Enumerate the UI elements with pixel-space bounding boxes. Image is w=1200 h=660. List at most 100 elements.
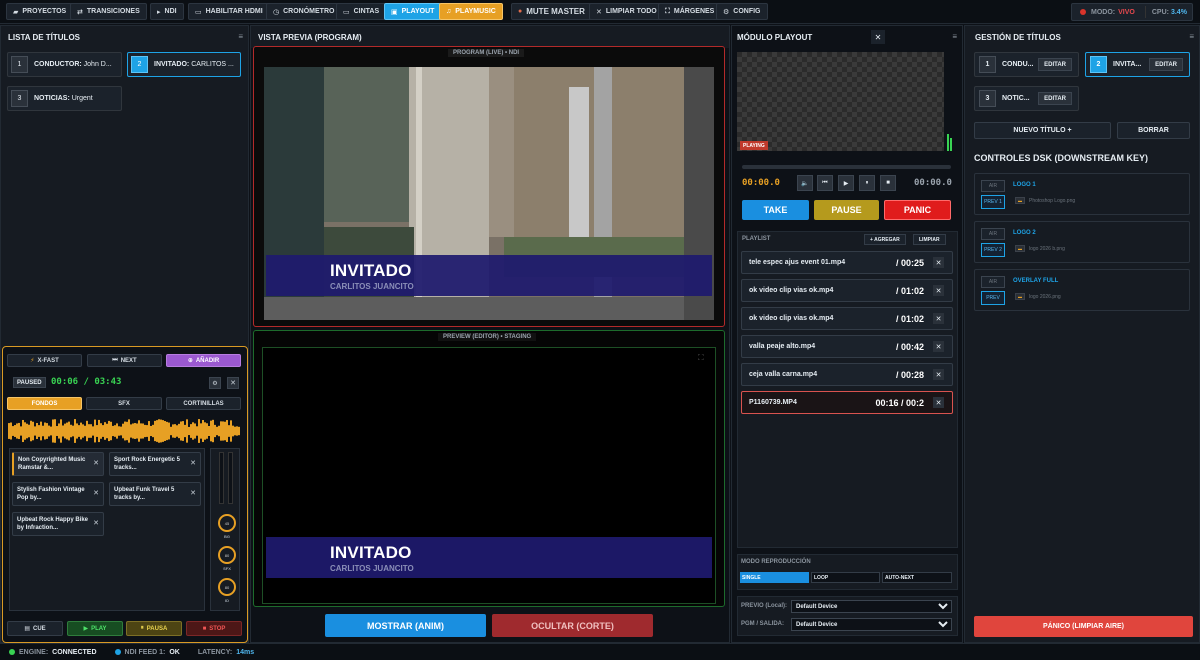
close-icon[interactable]: ✕ <box>227 377 239 389</box>
waveform-bar <box>164 421 166 441</box>
waveform-bar <box>90 424 92 438</box>
air-button[interactable]: AIR <box>981 228 1005 240</box>
playlist-item[interactable]: ok video clip vias ok.mp4 / 01:02 ✕ <box>741 279 953 302</box>
track-item[interactable]: Upbeat Rock Happy Bike by Infraction... ✕ <box>12 512 104 536</box>
mode-loop-button[interactable]: LOOP <box>811 572 880 583</box>
volume-icon[interactable]: 🔈 <box>797 175 813 191</box>
menu-icon[interactable]: ≡ <box>952 32 957 41</box>
remove-icon[interactable]: ✕ <box>93 490 99 498</box>
pause-icon[interactable]: ⏸ <box>859 175 875 191</box>
remove-icon[interactable]: ✕ <box>93 520 99 528</box>
mode-value: VIVO <box>1118 8 1135 16</box>
track-item[interactable]: Upbeat Funk Travel 5 tracks by... ✕ <box>109 482 201 506</box>
edit-button[interactable]: EDITAR <box>1149 58 1183 71</box>
playmusic-button[interactable]: ♫ PLAYMUSIC <box>439 3 503 20</box>
play-icon[interactable]: ▶ <box>838 175 854 191</box>
remove-icon[interactable]: ✕ <box>933 285 944 296</box>
id-volume-knob[interactable]: 80 <box>218 578 236 596</box>
cronometro-button[interactable]: ◷ CRONÓMETRO <box>266 3 342 20</box>
waveform-bar <box>100 423 102 439</box>
title-card-1[interactable]: 1 CONDU... EDITAR <box>974 52 1079 77</box>
cintas-button[interactable]: ▭ CINTAS <box>336 3 387 20</box>
new-title-button[interactable]: NUEVO TÍTULO + <box>974 122 1111 139</box>
mode-autonext-button[interactable]: AUTO-NEXT <box>882 572 952 583</box>
dsk-file[interactable]: ▬ logo 2026 b.png <box>1015 245 1065 252</box>
prev-icon[interactable]: ⏮ <box>817 175 833 191</box>
edit-button[interactable]: EDITAR <box>1038 58 1072 71</box>
mode-single-button[interactable]: SINGLE <box>740 572 809 583</box>
bg-volume-knob[interactable]: 45 <box>218 514 236 532</box>
air-button[interactable]: AIR <box>981 276 1005 288</box>
prev-button[interactable]: PREV <box>981 291 1005 305</box>
title-card-2[interactable]: 2 INVITA... EDITAR <box>1085 52 1190 77</box>
limpiar-todo-button[interactable]: ✕ LIMPIAR TODO <box>589 3 664 20</box>
title-item-3[interactable]: 3 NOTICIAS: Urgent <box>7 86 122 111</box>
playlist-item-active[interactable]: P1160739.MP4 00:16 / 00:2 ✕ <box>741 391 953 414</box>
habilitar-hdmi-button[interactable]: ▭ HABILITAR HDMI <box>188 3 270 20</box>
show-anim-button[interactable]: MOSTRAR (ANIM) <box>325 614 486 637</box>
xfast-button[interactable]: ⚡ X-FAST <box>7 354 82 367</box>
remove-icon[interactable]: ✕ <box>190 460 196 468</box>
take-button[interactable]: TAKE <box>742 200 809 220</box>
ndi-button[interactable]: ▸ NDI <box>150 3 184 20</box>
playlist-item[interactable]: ok video clip vias ok.mp4 / 01:02 ✕ <box>741 307 953 330</box>
playlist-item[interactable]: ceja valla carna.mp4 / 00:28 ✕ <box>741 363 953 386</box>
prev-button[interactable]: PREV 1 <box>981 195 1005 209</box>
proyectos-button[interactable]: ▰ PROYECTOS <box>6 3 74 20</box>
item-number: 2 <box>131 56 148 73</box>
delete-title-button[interactable]: BORRAR <box>1117 122 1190 139</box>
pgm-device-select[interactable]: Default Device <box>791 618 952 631</box>
hide-cut-button[interactable]: OCULTAR (CORTE) <box>492 614 653 637</box>
playlist-item[interactable]: tele espec ajus event 01.mp4 / 00:25 ✕ <box>741 251 953 274</box>
title-item-1[interactable]: 1 CONDUCTOR: John D... <box>7 52 122 77</box>
track-item[interactable]: Sport Rock Energetic 5 tracks... ✕ <box>109 452 201 476</box>
margenes-button[interactable]: ⛶ MÁRGENES <box>658 3 722 20</box>
add-button[interactable]: ⊕ AÑADIR <box>166 354 241 367</box>
panic-clear-air-button[interactable]: PÁNICO (LIMPIAR AIRE) <box>974 616 1193 637</box>
fullscreen-icon[interactable]: ⛶ <box>698 353 704 363</box>
clear-playlist-button[interactable]: LIMPIAR <box>913 234 946 245</box>
menu-icon[interactable]: ≡ <box>1189 32 1194 41</box>
menu-icon[interactable]: ≡ <box>238 32 243 41</box>
prev-button[interactable]: PREV 2 <box>981 243 1005 257</box>
remove-icon[interactable]: ✕ <box>933 341 944 352</box>
remove-icon[interactable]: ✕ <box>933 313 944 324</box>
tab-cortinillas[interactable]: CORTINILLAS <box>166 397 241 410</box>
transiciones-button[interactable]: ⇄ TRANSICIONES <box>70 3 147 20</box>
close-icon[interactable]: ✕ <box>871 30 885 44</box>
stop-icon[interactable]: ■ <box>880 175 896 191</box>
panic-button[interactable]: PANIC <box>884 200 951 220</box>
folder-icon: ▬ <box>1015 293 1025 300</box>
tab-fondos[interactable]: FONDOS <box>7 397 82 410</box>
dsk-file[interactable]: ▬ logo 2026.png <box>1015 293 1061 300</box>
title-card-3[interactable]: 3 NOTIC... EDITAR <box>974 86 1079 111</box>
waveform[interactable] <box>8 418 240 444</box>
edit-button[interactable]: EDITAR <box>1038 92 1072 105</box>
playlist-item[interactable]: valla peaje alto.mp4 / 00:42 ✕ <box>741 335 953 358</box>
title-item-2[interactable]: 2 INVITADO: CARLITOS ... <box>127 52 241 77</box>
dsk-file[interactable]: ▬ Photoshop Logo.png <box>1015 197 1075 204</box>
remove-icon[interactable]: ✕ <box>933 257 944 268</box>
seek-bar[interactable] <box>742 165 951 169</box>
play-button[interactable]: ▶ PLAY <box>67 621 123 636</box>
remove-icon[interactable]: ✕ <box>933 369 944 380</box>
add-to-playlist-button[interactable]: + AGREGAR <box>864 234 906 245</box>
track-item[interactable]: Stylish Fashion Vintage Pop by... ✕ <box>12 482 104 506</box>
track-item[interactable]: Non Copyrighted Music Ramstar &... ✕ <box>12 452 104 476</box>
stop-button[interactable]: ■ STOP <box>186 621 242 636</box>
air-button[interactable]: AIR <box>981 180 1005 192</box>
remove-icon[interactable]: ✕ <box>93 460 99 468</box>
next-button[interactable]: ⏭ NEXT <box>87 354 162 367</box>
remove-icon[interactable]: ✕ <box>190 490 196 498</box>
cue-button[interactable]: ▤ CUE <box>7 621 63 636</box>
sfx-volume-knob[interactable]: 80 <box>218 546 236 564</box>
settings-icon[interactable]: ⚙ <box>209 377 221 389</box>
previo-device-select[interactable]: Default Device <box>791 600 952 613</box>
playout-button[interactable]: ▣ PLAYOUT <box>384 3 442 20</box>
mute-master-button[interactable]: ● MUTE MASTER <box>511 3 592 20</box>
config-button[interactable]: ⚙ CONFIG <box>716 3 768 20</box>
pause-button[interactable]: ⏸ PAUSA <box>126 621 182 636</box>
pause-button[interactable]: PAUSE <box>814 200 879 220</box>
remove-icon[interactable]: ✕ <box>933 397 944 408</box>
tab-sfx[interactable]: SFX <box>86 397 162 410</box>
